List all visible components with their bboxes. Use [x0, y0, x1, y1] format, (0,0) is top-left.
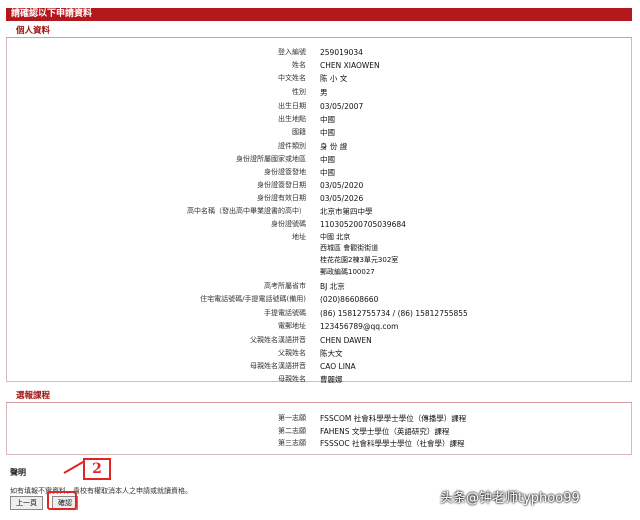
- field-value: 陈 小 文: [320, 74, 348, 83]
- field-label: 姓名: [292, 61, 306, 69]
- field-value: (020)86608660: [320, 295, 379, 304]
- section-header-courses: 選報課程: [6, 391, 632, 403]
- field-label: 高考所屬省市: [264, 282, 306, 290]
- watermark-text: 头条@钟老师typhoo99: [440, 491, 580, 506]
- field-label: 手提電話號碼: [264, 309, 306, 317]
- field-label: 出生日期: [278, 102, 306, 110]
- field-label: 父親姓名: [278, 349, 306, 357]
- address-line: 西城區 會觀街街道: [320, 244, 379, 252]
- field-value: 陈大文: [320, 349, 343, 358]
- field-label: 中文姓名: [278, 74, 306, 82]
- confirm-highlight-box: [47, 491, 77, 510]
- field-value: (86) 15812755734 / (86) 15812755855: [320, 309, 468, 318]
- address-line: 桂花花園2棟3單元302室: [320, 256, 399, 264]
- field-label: 身份證號碼: [271, 220, 306, 228]
- field-value: 123456789@qq.com: [320, 322, 399, 331]
- field-label: 身份證所屬國家或地區: [236, 155, 306, 163]
- field-value: 03/05/2007: [320, 102, 364, 111]
- declaration-title: 聲明: [10, 468, 26, 477]
- address-line: 中國 北京: [320, 233, 351, 241]
- course-choice-value: FSSSOC 社會科學學士學位（社會學）課程: [320, 439, 465, 448]
- field-label: 身份證有效日期: [257, 194, 306, 202]
- section-header-personal: 個人資料: [6, 26, 632, 38]
- field-label: 住宅電話號碼/手提電話號碼(備用): [200, 295, 306, 303]
- field-label: 出生地點: [278, 115, 306, 123]
- field-label: 性別: [292, 88, 306, 96]
- field-value: 259019034: [320, 48, 363, 57]
- step-number-badge: 2: [83, 458, 111, 480]
- field-label: 國籍: [292, 128, 306, 136]
- field-value: 中國: [320, 155, 335, 164]
- field-value: 身 份 證: [320, 142, 348, 151]
- section-title-personal: 個人資料: [16, 26, 51, 36]
- field-value: 03/05/2020: [320, 181, 364, 190]
- field-value: 曹麗娜: [320, 375, 343, 384]
- previous-page-button[interactable]: 上一頁: [10, 496, 43, 510]
- field-value: 中國: [320, 115, 335, 124]
- field-label: 證件類別: [278, 142, 306, 150]
- field-value: 男: [320, 88, 328, 97]
- field-value: 03/05/2026: [320, 194, 364, 203]
- field-value: 110305200705039684: [320, 220, 406, 229]
- address-label: 地址: [292, 233, 306, 241]
- field-value: 中國: [320, 128, 335, 137]
- address-line: 郵政編碼100027: [320, 268, 375, 276]
- declaration-text: 如有填報不實資料，貴校有權取消本人之申請或就讀資格。: [10, 487, 192, 495]
- field-label: 母親姓名: [278, 375, 306, 383]
- course-choice-value: FSSCOM 社會科學學士學位（傳播學）課程: [320, 414, 467, 423]
- field-value: CAO LINA: [320, 362, 356, 371]
- field-label: 電郵地址: [278, 322, 306, 330]
- field-label: 高中名稱（發出高中畢業證書的高中）: [187, 207, 306, 215]
- field-value: 中國: [320, 168, 335, 177]
- field-value: CHEN DAWEN: [320, 336, 372, 345]
- section-title-courses: 選報課程: [16, 391, 51, 401]
- courses-panel: [6, 403, 632, 455]
- field-value: 北京市第四中學: [320, 207, 373, 216]
- confirm-header-bar: 請確認以下申請資料: [6, 8, 632, 21]
- field-value: BJ 北京: [320, 282, 345, 291]
- field-label: 母親姓名漢語拼音: [250, 362, 306, 370]
- personal-info-panel: [6, 38, 632, 382]
- field-label: 身份證簽發日期: [257, 181, 306, 189]
- field-label: 登入編號: [278, 48, 306, 56]
- course-choice-value: FAHENS 文學士學位（英語研究）課程: [320, 427, 450, 436]
- field-label: 身份證簽發地: [264, 168, 306, 176]
- course-choice-label: 第二志願: [278, 427, 306, 435]
- course-choice-label: 第三志願: [278, 439, 306, 447]
- header-title: 請確認以下申請資料: [11, 9, 93, 19]
- field-value: CHEN XIAOWEN: [320, 61, 380, 70]
- field-label: 父親姓名漢語拼音: [250, 336, 306, 344]
- course-choice-label: 第一志願: [278, 414, 306, 422]
